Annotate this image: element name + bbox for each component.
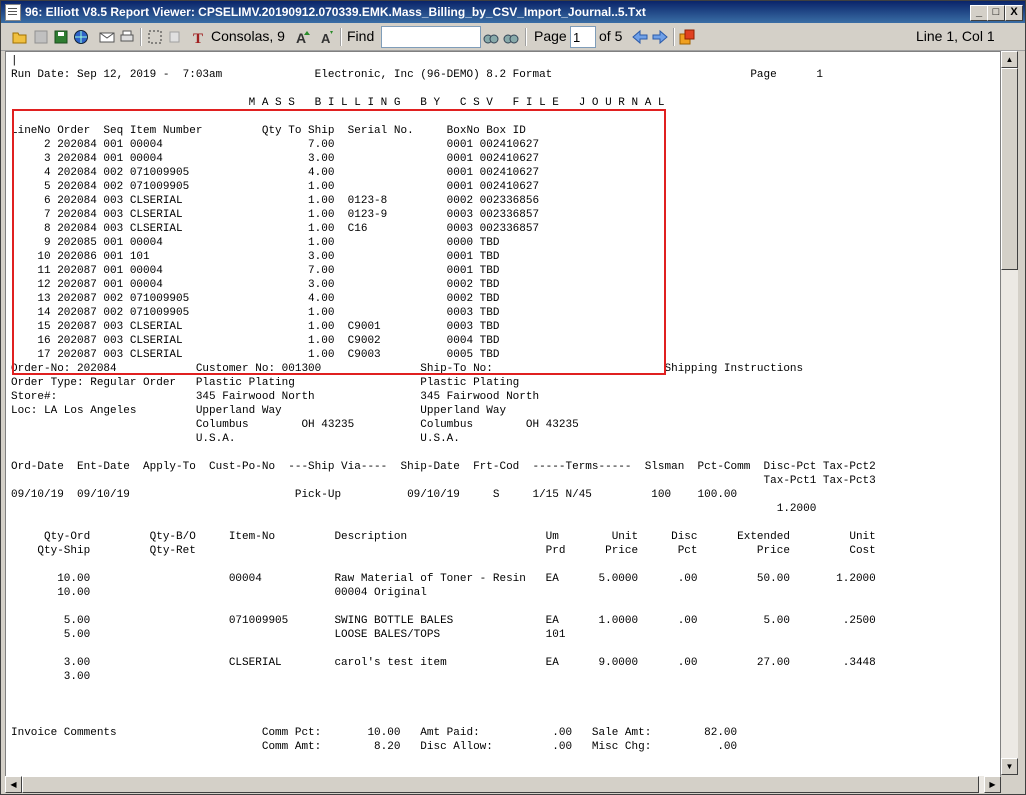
font-name-label[interactable]: Consolas, 9	[211, 28, 285, 44]
close-button[interactable]: X	[1005, 5, 1023, 21]
report-line: Qty-Ord Qty-B/O Item-No Description Um U…	[11, 531, 876, 543]
increase-font-icon[interactable]: A	[296, 29, 312, 45]
report-line: Run Date: Sep 12, 2019 - 7:03am Electron…	[11, 69, 823, 81]
toolbar-separator	[140, 28, 142, 46]
cursor-position-label: Line 1, Col 1	[916, 28, 995, 44]
page-label: Page	[534, 28, 567, 44]
report-line: 09/10/19 09/10/19 Pick-Up 09/10/19 S 1/1…	[11, 489, 738, 501]
find-next-icon[interactable]	[503, 29, 519, 45]
document-icon	[5, 4, 21, 21]
save-as-icon[interactable]	[53, 29, 69, 45]
report-line: |	[11, 55, 18, 67]
scroll-up-icon[interactable]: ▲	[1001, 51, 1018, 68]
page-number-input[interactable]	[570, 26, 596, 48]
scroll-right-icon[interactable]: ▶	[984, 776, 1001, 793]
journal-table-highlight-box	[12, 109, 666, 375]
report-line: U.S.A. U.S.A.	[11, 433, 460, 445]
horizontal-scroll-thumb[interactable]	[22, 776, 979, 793]
svg-text:A: A	[321, 31, 331, 45]
report-line: Store#: 345 Fairwood North 345 Fairwood …	[11, 391, 540, 403]
email-icon[interactable]	[99, 29, 115, 45]
print-icon[interactable]	[119, 29, 135, 45]
next-page-arrow-icon[interactable]	[652, 29, 668, 45]
decrease-font-icon[interactable]: A	[319, 29, 335, 45]
select-area-icon[interactable]	[147, 29, 163, 45]
report-line: 10.00 00004 Raw Material of Toner - Resi…	[11, 573, 876, 585]
report-line: Qty-Ship Qty-Ret Prd Price Pct Price Cos…	[11, 545, 876, 557]
maximize-button[interactable]: □	[987, 5, 1005, 21]
report-line: Invoice Comments Comm Pct: 10.00 Amt Pai…	[11, 727, 738, 739]
vertical-scroll-thumb[interactable]	[1001, 68, 1018, 270]
minimize-button[interactable]: _	[970, 5, 988, 21]
report-line: 3.00	[11, 671, 91, 683]
report-text-area[interactable]: | Run Date: Sep 12, 2019 - 7:03am Electr…	[5, 51, 1001, 777]
font-icon[interactable]: T	[193, 29, 209, 45]
find-label: Find	[347, 28, 375, 44]
open-folder-icon[interactable]	[12, 29, 28, 45]
svg-text:T: T	[193, 31, 203, 45]
find-input[interactable]	[381, 26, 481, 48]
report-line: Loc: LA Los Angeles Upperland Way Upperl…	[11, 405, 507, 417]
horizontal-scrollbar[interactable]: ◀ ▶	[5, 776, 1001, 793]
toolbar-separator	[340, 28, 342, 46]
toolbar-separator	[673, 28, 675, 46]
window-title: 96: Elliott V8.5 Report Viewer: CPSELIMV…	[25, 5, 646, 19]
toolbar: T Consolas, 9 A A Find Page of 5 Line 1,…	[1, 24, 1025, 51]
report-line: Ord-Date Ent-Date Apply-To Cust-Po-No --…	[11, 461, 876, 473]
save-disabled-icon[interactable]	[33, 29, 49, 45]
report-line: 5.00 071009905 SWING BOTTLE BALES EA 1.0…	[11, 615, 876, 627]
report-line: Tax-Pct1 Tax-Pct3	[11, 475, 876, 487]
report-line: 5.00 LOOSE BALES/TOPS 101	[11, 629, 566, 641]
scroll-down-icon[interactable]: ▼	[1001, 758, 1018, 775]
scroll-left-icon[interactable]: ◀	[5, 776, 22, 793]
report-line: Columbus OH 43235 Columbus OH 43235	[11, 419, 579, 431]
svg-text:A: A	[296, 30, 306, 45]
vertical-scrollbar[interactable]: ▲ ▼	[1001, 51, 1018, 775]
report-viewer-window: 96: Elliott V8.5 Report Viewer: CPSELIMV…	[0, 0, 1026, 795]
find-previous-icon[interactable]	[483, 29, 499, 45]
report-line: Comm Amt: 8.20 Disc Allow: .00 Misc Chg:…	[11, 741, 738, 753]
toolbar-separator	[525, 28, 527, 46]
globe-icon[interactable]	[73, 29, 89, 45]
report-line: Order Type: Regular Order Plastic Platin…	[11, 377, 520, 389]
export-icon[interactable]	[679, 29, 695, 45]
report-line: 10.00 00004 Original	[11, 587, 427, 599]
copy-disabled-icon[interactable]	[167, 29, 183, 45]
report-line: 3.00 CLSERIAL carol's test item EA 9.000…	[11, 657, 876, 669]
title-bar[interactable]: 96: Elliott V8.5 Report Viewer: CPSELIMV…	[1, 1, 1025, 23]
report-line: M A S S B I L L I N G B Y C S V F I L E …	[11, 97, 665, 109]
report-line: 1.2000	[11, 503, 817, 515]
page-count-label: of 5	[599, 28, 623, 44]
previous-page-arrow-icon[interactable]	[632, 29, 648, 45]
